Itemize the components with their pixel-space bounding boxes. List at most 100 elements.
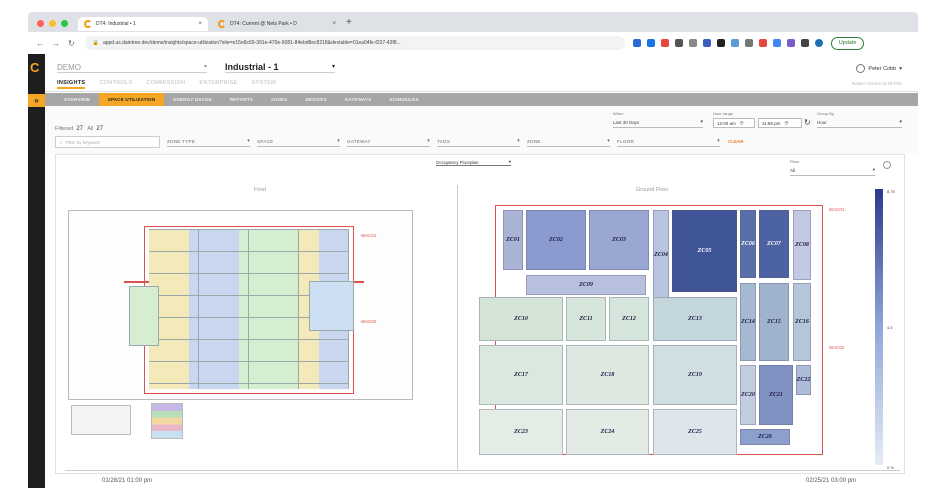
tab-devices[interactable]: DEVICES [297, 93, 336, 106]
back-icon[interactable]: ← [36, 39, 44, 48]
zone-zc12[interactable]: ZC12 [609, 297, 649, 341]
tab-zones[interactable]: ZONES [262, 93, 297, 106]
tab-schedules[interactable]: SCHEDULES [380, 93, 428, 106]
browser-tab-current[interactable]: DT4: Current @ Nets Park • D × [212, 17, 342, 31]
browser-tab-industrial[interactable]: DT4: Industrial • 1 × [78, 17, 208, 31]
chevron-down-icon: ▾ [517, 138, 520, 144]
zone-zc04[interactable]: ZC04 [653, 210, 669, 300]
zone-zc03[interactable]: ZC03 [589, 210, 649, 270]
zone-zc15[interactable]: ZC15 [759, 283, 789, 361]
refresh-icon[interactable]: ↻ [804, 118, 811, 127]
nav-commission[interactable]: COMMISSION [146, 80, 185, 89]
extension-icon[interactable] [702, 39, 711, 47]
zone-zc23[interactable]: ZC23 [479, 409, 563, 455]
chevron-down-icon: ▾ [337, 138, 340, 144]
zone-zc11[interactable]: ZC11 [566, 297, 606, 341]
zone-zc10[interactable]: ZC10 [479, 297, 563, 341]
zone-zc19[interactable]: ZC19 [653, 345, 737, 405]
extension-icon[interactable] [716, 39, 725, 47]
reload-icon[interactable]: ↻ [68, 39, 75, 48]
zone-zc16[interactable]: ZC16 [793, 283, 811, 361]
zone-select[interactable]: ZONE ▾ [527, 138, 610, 147]
tab-space-utilization[interactable]: SPACE UTILIZATION [98, 93, 165, 106]
floorplan-ground[interactable]: WAC01 WAC02 ZC01 ZC02 ZC03 ZC04 ZC05 ZC0… [463, 195, 863, 473]
extensions-puzzle-icon[interactable] [800, 39, 809, 47]
expand-sidebar-icon[interactable]: » [28, 94, 45, 107]
floorplan-final[interactable]: WAC01 WAC02 [68, 210, 413, 400]
zone-zc06[interactable]: ZC06 [740, 210, 756, 278]
extension-icon[interactable] [730, 39, 739, 47]
zone-zc05[interactable]: ZC05 [672, 210, 737, 292]
select-label: FLOOR [617, 139, 635, 144]
zone-zc09[interactable]: ZC09 [526, 275, 646, 295]
extension-icon[interactable] [632, 39, 641, 47]
zone-zc17[interactable]: ZC17 [479, 345, 563, 405]
floor-filter-select[interactable]: FLOOR ▾ [617, 138, 720, 147]
zone-zc14[interactable]: ZC14 [740, 283, 756, 361]
profile-avatar-icon[interactable] [814, 39, 823, 47]
zoom-icon[interactable] [883, 161, 891, 169]
minimize-window-button[interactable] [49, 20, 56, 27]
nav-controls[interactable]: CONTROLS [99, 80, 132, 89]
timeline-slider[interactable] [65, 470, 900, 471]
forward-icon[interactable]: → [52, 39, 60, 48]
zone-zc02[interactable]: ZC02 [526, 210, 586, 270]
extension-icon[interactable] [660, 39, 669, 47]
keyword-search-input[interactable]: ⌕ Filter by keyword [55, 136, 160, 148]
tab-reports[interactable]: REPORTS [221, 93, 262, 106]
tab-gateways[interactable]: GATEWAYS [336, 93, 381, 106]
zone-type-select[interactable]: ZONE TYPE ▾ [167, 138, 250, 147]
tags-select[interactable]: TAGS ▾ [437, 138, 520, 147]
legend-mid-label: 4.5 [887, 325, 893, 330]
user-menu[interactable]: Peter Cobb ▾ [856, 64, 902, 73]
nav-insights[interactable]: INSIGHTS [57, 80, 86, 89]
extension-icon[interactable] [688, 39, 697, 47]
extension-icon[interactable] [772, 39, 781, 47]
extension-icon[interactable] [786, 39, 795, 47]
group-by-select[interactable]: Hour ▾ [817, 119, 902, 128]
extension-icon[interactable] [758, 39, 767, 47]
app-logo[interactable]: C [30, 60, 39, 75]
address-bar-row: ← → ↻ 🔒 appd.us.daintree.dev/demo/insigh… [28, 32, 918, 54]
window-controls[interactable] [37, 20, 68, 27]
floor-select[interactable]: All ▾ [790, 167, 875, 176]
zone-zc26[interactable]: ZC26 [740, 429, 790, 445]
chevron-down-icon: ▾ [717, 138, 720, 144]
when-select[interactable]: Last 30 Days ▾ [613, 119, 703, 128]
close-tab-icon[interactable]: × [332, 21, 336, 27]
update-button[interactable]: Update [830, 36, 865, 50]
extension-icon[interactable] [674, 39, 683, 47]
view-select-value: Occupancy Floorplan [436, 160, 479, 165]
extension-icon[interactable] [744, 39, 753, 47]
extension-icon[interactable] [646, 39, 655, 47]
chevron-down-icon: ▾ [872, 167, 875, 172]
hour-from-input[interactable]: 12:00 am ◷ [713, 118, 755, 128]
tab-energy-usage[interactable]: ENERGY USAGE [164, 93, 221, 106]
gateway-select[interactable]: GATEWAY ▾ [347, 138, 430, 147]
zone-zc20[interactable]: ZC20 [740, 365, 756, 425]
nav-enterprise[interactable]: ENTERPRISE [199, 80, 237, 89]
zone-zc07[interactable]: ZC07 [759, 210, 789, 278]
site-select[interactable]: Industrial - 1 ▾ [225, 62, 335, 73]
tab-overview[interactable]: OVERVIEW [55, 93, 99, 106]
nav-system[interactable]: SYSTEM [252, 80, 276, 89]
maximize-window-button[interactable] [61, 20, 68, 27]
zone-zc13[interactable]: ZC13 [653, 297, 737, 341]
view-select[interactable]: Occupancy Floorplan ▾ [436, 159, 511, 166]
zone-zc25[interactable]: ZC25 [653, 409, 737, 455]
close-window-button[interactable] [37, 20, 44, 27]
zone-zc21[interactable]: ZC21 [759, 365, 793, 425]
zone-zc24[interactable]: ZC24 [566, 409, 649, 455]
zone-zc01[interactable]: ZC01 [503, 210, 523, 270]
space-select[interactable]: SPACE ▾ [257, 138, 340, 147]
url-bar[interactable]: 🔒 appd.us.daintree.dev/demo/insights/spa… [84, 36, 625, 50]
close-tab-icon[interactable]: × [198, 21, 202, 27]
zone-zc18[interactable]: ZC18 [566, 345, 649, 405]
new-tab-icon[interactable]: + [346, 17, 352, 28]
filters-bar: Filtered 27 All 27 ⌕ Filter by keyword ZON… [45, 106, 918, 154]
zone-zc08[interactable]: ZC08 [793, 210, 811, 280]
clear-filters-button[interactable]: CLEAR [728, 139, 744, 144]
org-select[interactable]: DEMO ▾ [57, 63, 207, 73]
zone-zc22[interactable]: ZC22 [796, 365, 811, 395]
hour-to-input[interactable]: 11:59 pm ◷ [758, 118, 802, 128]
